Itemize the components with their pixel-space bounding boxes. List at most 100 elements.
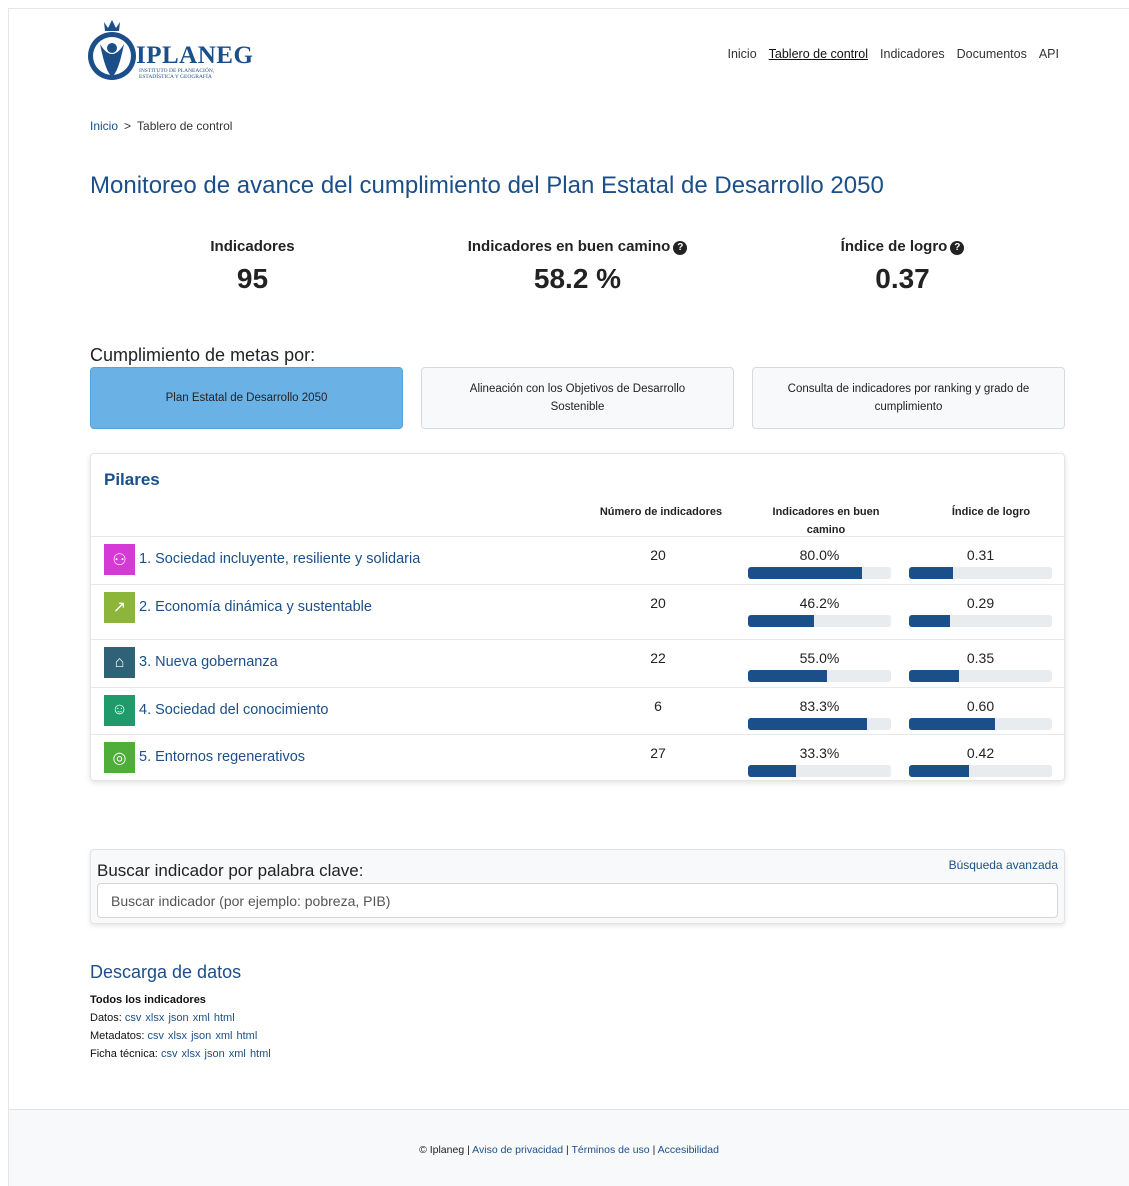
achievement-index-fill — [909, 765, 970, 777]
download-group: Datos: csv xlsx json xml html — [90, 1009, 272, 1027]
download-html-link[interactable]: html — [250, 1048, 271, 1060]
indicator-count: 27 — [650, 745, 666, 761]
terms-link[interactable]: Términos de uso — [571, 1144, 649, 1156]
download-json-link[interactable]: json — [168, 1012, 188, 1024]
search-label: Buscar indicador por palabra clave: — [97, 861, 364, 880]
search-input[interactable] — [97, 883, 1058, 918]
breadcrumb-home-link[interactable]: Inicio — [90, 119, 118, 133]
on-track-progress-fill — [748, 670, 827, 682]
on-track-progress-bar — [748, 670, 891, 682]
on-track-progress-bar — [748, 567, 891, 579]
kpi-summary: Indicadores 95 Indicadores en buen camin… — [90, 238, 1065, 295]
on-track-value: 33.3% — [799, 745, 840, 761]
help-icon[interactable]: ? — [673, 241, 688, 255]
download-csv-link[interactable]: csv — [147, 1030, 164, 1042]
on-track-progress-fill — [748, 717, 868, 730]
download-xml-link[interactable]: xml — [215, 1030, 232, 1042]
kpi-value: 58.2 % — [533, 263, 622, 294]
pillar-link-nueva-gobernanza[interactable]: 3. Nueva gobernanza — [139, 654, 278, 670]
breadcrumb: Inicio > Tablero de control — [90, 119, 232, 133]
nav-inicio[interactable]: Inicio — [727, 47, 756, 61]
footer: © Iplaneg | Aviso de privacidad | Términ… — [9, 1109, 1129, 1186]
pillar-link-economia-dinamica-y-sustentable[interactable]: 2. Economía dinámica y sustentable — [139, 599, 372, 615]
kpi-indicadores: Indicadores 95 — [90, 238, 415, 295]
globe-leaf-icon: ◎ — [104, 742, 135, 773]
kpi-label: Indicadores en buen camino — [467, 238, 671, 255]
help-icon[interactable]: ? — [950, 241, 965, 255]
download-group: Ficha técnica: csv xlsx json xml html — [90, 1045, 272, 1063]
column-header-on-track: Indicadores en buen camino — [772, 506, 880, 536]
download-json-link[interactable]: json — [191, 1030, 211, 1042]
nav-documentos[interactable]: Documentos — [957, 47, 1027, 61]
download-csv-link[interactable]: csv — [161, 1048, 178, 1060]
download-group-label: Ficha técnica: — [90, 1048, 158, 1060]
page-title: Monitoreo de avance del cumplimiento del… — [90, 172, 884, 199]
achievement-index-value: 0.29 — [966, 594, 995, 611]
accessibility-link[interactable]: Accesibilidad — [658, 1144, 719, 1156]
on-track-value: 46.2% — [799, 594, 840, 611]
indicator-count: 6 — [654, 697, 662, 714]
pillar-row: ☺ 4. Sociedad del conocimiento 6 83.3% 0.60 — [91, 686, 1064, 735]
downloads-title: Descarga de datos — [90, 962, 242, 982]
achievement-index-value: 0.60 — [966, 697, 995, 714]
pillar-link-entornos-regenerativos[interactable]: 5. Entornos regenerativos — [139, 749, 305, 765]
on-track-progress-fill — [748, 614, 815, 627]
pillar-link-sociedad-incluyente-resiliente-y-solidaria[interactable]: 1. Sociedad incluyente, resiliente y sol… — [139, 551, 420, 567]
top-navigation: Inicio Tablero de control Indicadores Do… — [727, 47, 1059, 61]
goals-section-label: Cumplimiento de metas por: — [90, 345, 316, 365]
achievement-index-fill — [909, 670, 960, 682]
iplaneg-logo[interactable]: IPLANEG INSTITUTO DE PLANEACIÓN, ESTADÍS… — [82, 14, 254, 86]
achievement-index-bar — [909, 567, 1052, 579]
nav-tablero-de-control[interactable]: Tablero de control — [769, 47, 868, 61]
pillars-title: Pilares — [104, 470, 160, 489]
column-header-index: Índice de logro — [951, 506, 1031, 518]
pillar-row: ↗ 2. Economía dinámica y sustentable 20 46.… — [91, 583, 1064, 632]
kpi-value: 95 — [236, 263, 269, 294]
kpi-indice-logro: Índice de logro? 0.37 — [740, 238, 1065, 295]
on-track-progress-bar — [748, 765, 891, 777]
crest-icon — [88, 20, 136, 80]
downloads-block: Todos los indicadores Datos: csv xlsx js… — [90, 991, 272, 1063]
pillar-link-sociedad-del-conocimiento[interactable]: 4. Sociedad del conocimiento — [139, 702, 328, 718]
people-icon: ⚇ — [104, 544, 135, 575]
pillars-card: Pilares Número de indicadores Indicadore… — [90, 453, 1065, 781]
on-track-value: 83.3% — [799, 697, 840, 714]
privacy-link[interactable]: Aviso de privacidad — [472, 1144, 563, 1156]
government-building-icon: ⌂ — [104, 647, 135, 678]
achievement-index-fill — [909, 717, 995, 730]
achievement-index-value: 0.42 — [966, 745, 995, 761]
advanced-search-link[interactable]: Búsqueda avanzada — [949, 858, 1058, 872]
download-xml-link[interactable]: xml — [229, 1048, 246, 1060]
download-html-link[interactable]: html — [236, 1030, 257, 1042]
download-xml-link[interactable]: xml — [193, 1012, 210, 1024]
pillar-rows: ⚇ 1. Sociedad incluyente, resiliente y so… — [91, 536, 1064, 782]
column-header-count: Número de indicadores — [599, 506, 723, 518]
on-track-value: 55.0% — [799, 650, 840, 666]
indicator-count: 20 — [650, 594, 666, 611]
nav-indicadores[interactable]: Indicadores — [880, 47, 945, 61]
ods-alignment-button[interactable]: Alineación con los Objetivos de Desarrol… — [421, 367, 734, 429]
download-xlsx-link[interactable]: xlsx — [182, 1048, 201, 1060]
downloads-subtitle: Todos los indicadores — [90, 994, 206, 1006]
kpi-buen-camino: Indicadores en buen camino? 58.2 % — [415, 238, 740, 295]
download-xlsx-link[interactable]: xlsx — [145, 1012, 164, 1024]
plan-estatal-button[interactable]: Plan Estatal de Desarrollo 2050 — [90, 367, 403, 429]
download-html-link[interactable]: html — [214, 1012, 235, 1024]
ranking-consult-button[interactable]: Consulta de indicadores por ranking y gr… — [752, 367, 1065, 429]
head-idea-icon: ☺ — [104, 694, 135, 726]
search-card: Buscar indicador por palabra clave: Búsq… — [90, 849, 1065, 924]
download-csv-link[interactable]: csv — [125, 1012, 142, 1024]
footer-separator: | — [652, 1144, 656, 1156]
download-json-link[interactable]: json — [205, 1048, 225, 1060]
breadcrumb-separator: > — [124, 119, 132, 133]
on-track-progress-bar — [748, 614, 891, 627]
achievement-index-bar — [909, 670, 1052, 682]
nav-api[interactable]: API — [1039, 47, 1059, 61]
download-group: Metadatos: csv xlsx json xml html — [90, 1027, 272, 1045]
achievement-index-value: 0.35 — [966, 650, 995, 666]
download-xlsx-link[interactable]: xlsx — [168, 1030, 187, 1042]
indicator-count: 22 — [650, 650, 666, 666]
brand-name: IPLANEG — [136, 42, 254, 69]
pillar-row: ⌂ 3. Nueva gobernanza 22 55.0% 0.35 — [91, 639, 1064, 687]
pillar-row: ◎ 5. Entornos regenerativos 27 33.3% 0.42 — [91, 734, 1064, 782]
